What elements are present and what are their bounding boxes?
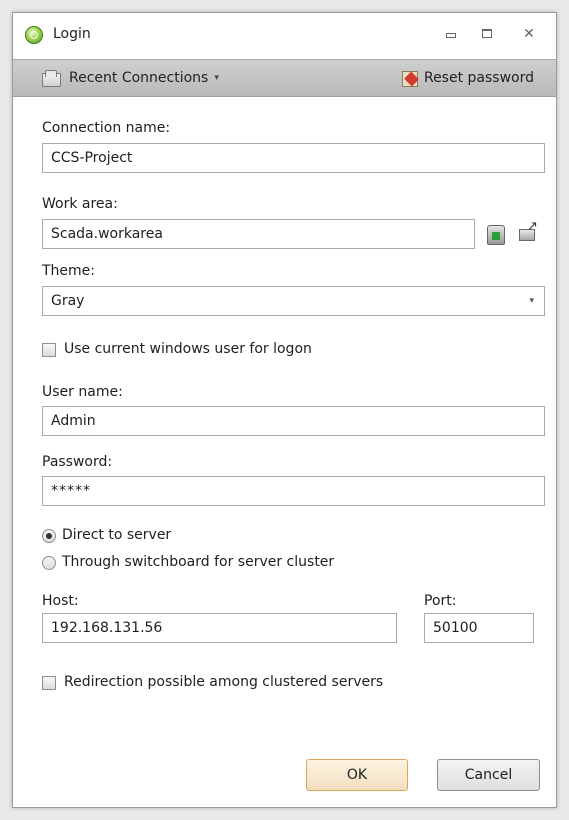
switchboard-label: Through switchboard for server cluster [62,554,335,570]
toolbar: Recent Connections ▾ Reset password [13,59,556,97]
cancel-button[interactable]: Cancel [437,759,540,791]
theme-select[interactable]: Gray ▾ [42,286,545,316]
host-label: Host: [42,593,79,609]
work-area-input[interactable] [42,219,475,249]
redirection-checkbox[interactable] [42,676,56,690]
reset-password-label: Reset password [423,70,534,86]
connection-name-label: Connection name: [42,120,171,136]
window-title: Login [53,26,91,42]
redirection-label: Redirection possible among clustered ser… [64,674,384,690]
ok-button[interactable]: OK [306,759,408,791]
recent-connections-button[interactable]: Recent Connections ▾ [41,67,219,89]
open-folder-icon[interactable] [519,219,538,243]
theme-selected-value: Gray [51,293,85,309]
host-input[interactable] [42,613,397,643]
reset-password-button[interactable]: Reset password [400,67,534,89]
user-name-label: User name: [42,384,123,400]
port-label: Port: [424,593,457,609]
direct-to-server-label: Direct to server [62,527,172,543]
theme-label: Theme: [42,263,96,279]
reset-password-icon [400,69,420,87]
use-windows-user-label: Use current windows user for logon [64,341,312,357]
globe-icon [25,26,43,44]
close-button[interactable]: ✕ [516,23,542,45]
database-icon[interactable] [487,225,505,245]
minimize-button[interactable] [438,23,464,45]
recent-connections-label: Recent Connections [69,70,209,86]
minimize-icon [446,33,456,38]
password-label: Password: [42,454,113,470]
direct-to-server-radio[interactable] [42,529,56,543]
chevron-down-icon: ▾ [529,296,534,306]
connection-name-input[interactable] [42,143,545,173]
port-input[interactable] [424,613,534,643]
title-bar: Login ✕ [13,13,556,57]
folder-icon [41,70,61,87]
user-name-input[interactable] [42,406,545,436]
switchboard-radio[interactable] [42,556,56,570]
close-icon: ✕ [523,26,535,42]
use-windows-user-checkbox[interactable] [42,343,56,357]
maximize-button[interactable] [474,23,500,45]
login-window: Login ✕ Recent Connections ▾ Reset passw… [12,12,557,808]
chevron-down-icon: ▾ [214,73,219,83]
maximize-icon [482,29,492,38]
password-input[interactable] [42,476,545,506]
work-area-label: Work area: [42,196,118,212]
